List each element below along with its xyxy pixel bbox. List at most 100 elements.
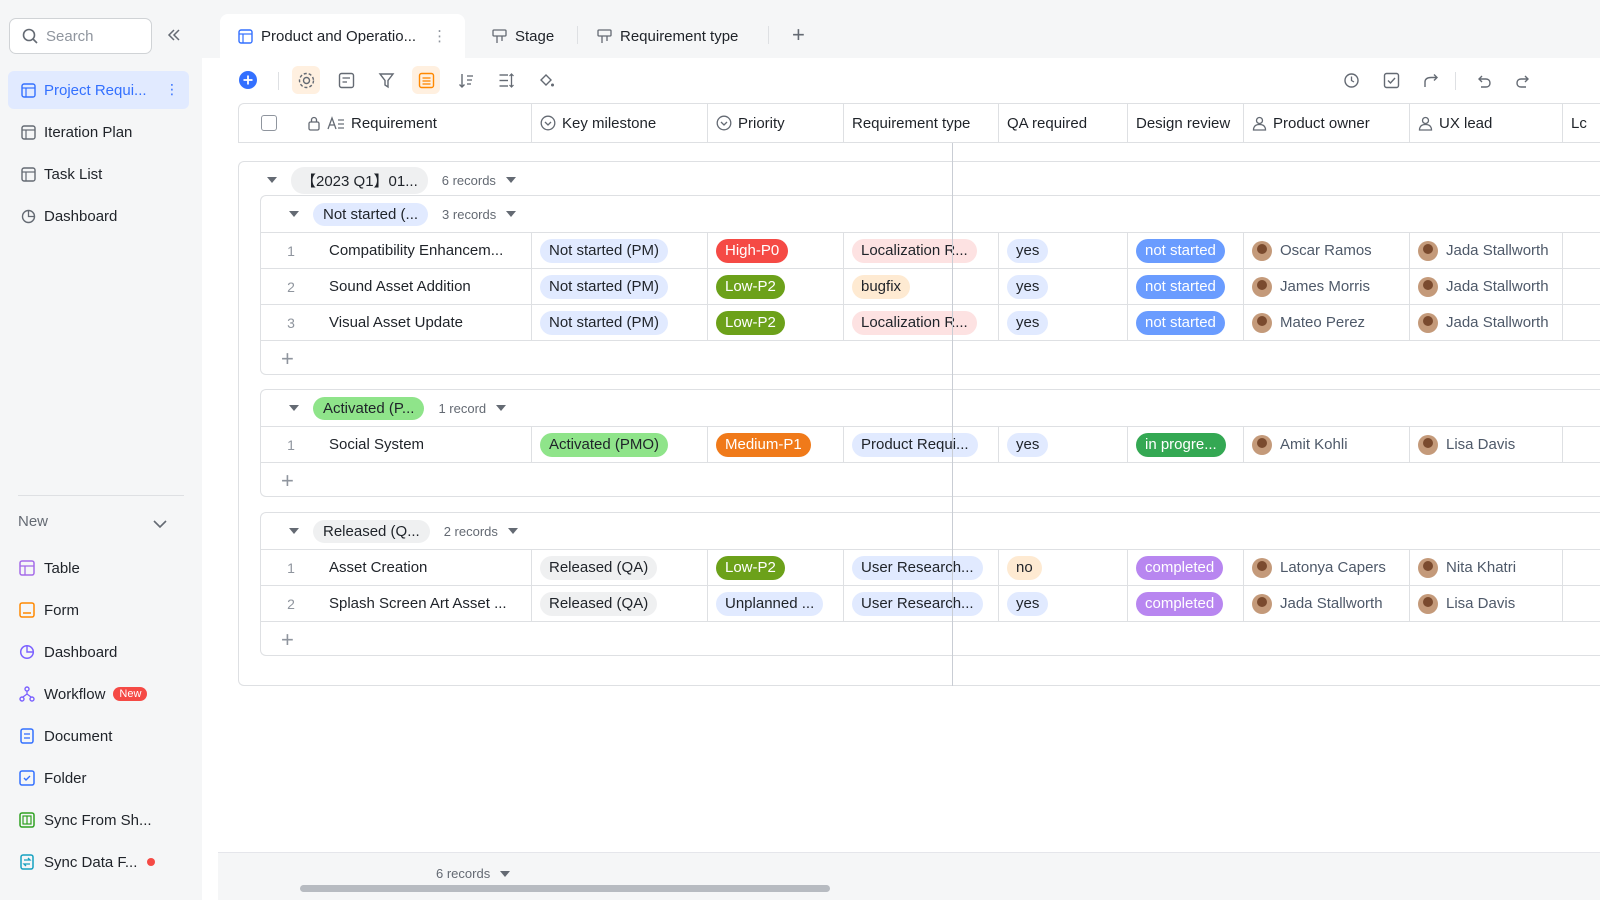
footer-record-count[interactable]: 6 records (436, 866, 511, 881)
select-all-checkbox[interactable] (239, 104, 299, 142)
create-folder[interactable]: Folder (18, 766, 87, 790)
column-header-ux-lead[interactable]: UX lead (1410, 104, 1563, 142)
requirement-type-cell[interactable]: User Research... (844, 586, 999, 621)
qa-required-cell[interactable]: yes (999, 269, 1128, 304)
requirement-cell[interactable]: Compatibility Enhancem... (321, 233, 532, 268)
ux-lead-cell[interactable]: Lisa Davis (1410, 427, 1563, 462)
table-row[interactable]: 2 Splash Screen Art Asset ... Released (QA… (261, 585, 1600, 621)
truncated-cell[interactable] (1563, 269, 1600, 304)
chevron-down-icon[interactable] (152, 516, 168, 533)
requirement-type-cell[interactable]: bugfix (844, 269, 999, 304)
group-record-count[interactable]: 3 records (442, 207, 517, 222)
column-header-requirement[interactable]: Requirement (299, 104, 532, 142)
column-header-requirement-type[interactable]: Requirement type (844, 104, 999, 142)
truncated-cell[interactable] (1563, 586, 1600, 621)
truncated-cell[interactable] (1563, 427, 1600, 462)
priority-cell[interactable]: Unplanned ... (708, 586, 844, 621)
settings-icon[interactable] (292, 66, 320, 94)
product-owner-cell[interactable]: Mateo Perez (1244, 305, 1410, 340)
design-review-cell[interactable]: in progre... (1128, 427, 1244, 462)
product-owner-cell[interactable]: Jada Stallworth (1244, 586, 1410, 621)
add-record-button[interactable] (234, 66, 262, 94)
group-header[interactable]: Released (Q... 2 records (289, 513, 518, 549)
milestone-cell[interactable]: Not started (PM) (532, 305, 708, 340)
requirement-type-cell[interactable]: Product Requi... (844, 427, 999, 462)
table-row[interactable]: 1 Social System Activated (PMO) Medium-P1 Pr… (261, 426, 1600, 462)
requirement-type-cell[interactable]: Localization R... (844, 305, 999, 340)
qa-required-cell[interactable]: yes (999, 233, 1128, 268)
create-form[interactable]: Form (18, 598, 79, 622)
requirement-cell[interactable]: Visual Asset Update (321, 305, 532, 340)
add-view-icon[interactable]: + (792, 24, 805, 46)
create-document[interactable]: Document (18, 724, 112, 748)
product-owner-cell[interactable]: James Morris (1244, 269, 1410, 304)
more-icon[interactable]: ⋮ (432, 27, 447, 45)
column-header-key-milestone[interactable]: Key milestone (532, 104, 708, 142)
requirement-cell[interactable]: Splash Screen Art Asset ... (321, 586, 532, 621)
group-record-count[interactable]: 2 records (444, 524, 518, 539)
top-group-header[interactable]: 【2023 Q1】01... 6 records (267, 162, 516, 198)
create-sync-from-sheet[interactable]: Sync From Sh... (18, 808, 152, 832)
milestone-cell[interactable]: Not started (PM) (532, 269, 708, 304)
truncated-cell[interactable] (1563, 550, 1600, 585)
truncated-cell[interactable] (1563, 305, 1600, 340)
ux-lead-cell[interactable]: Jada Stallworth (1410, 305, 1563, 340)
tab-stage[interactable]: Stage (492, 14, 554, 58)
qa-required-cell[interactable]: yes (999, 305, 1128, 340)
row-number-cell[interactable]: 2 (261, 269, 321, 304)
qa-required-cell[interactable]: yes (999, 586, 1128, 621)
design-review-cell[interactable]: completed (1128, 550, 1244, 585)
group-record-count[interactable]: 6 records (442, 173, 516, 188)
ux-lead-cell[interactable]: Lisa Davis (1410, 586, 1563, 621)
more-icon[interactable]: ⋮ (165, 81, 179, 98)
row-number-cell[interactable]: 1 (261, 550, 321, 585)
product-owner-cell[interactable]: Oscar Ramos (1244, 233, 1410, 268)
group-header[interactable]: Activated (P... 1 record (289, 390, 507, 426)
row-number-cell[interactable]: 2 (261, 586, 321, 621)
filter-icon[interactable] (372, 66, 400, 94)
group-header[interactable]: Not started (... 3 records (289, 196, 517, 232)
tab-requirement-type[interactable]: Requirement type (597, 14, 738, 58)
design-review-cell[interactable]: not started (1128, 269, 1244, 304)
column-header-product-owner[interactable]: Product owner (1244, 104, 1410, 142)
table-row[interactable]: 1 Compatibility Enhancem... Not started (P… (261, 232, 1600, 268)
product-owner-cell[interactable]: Amit Kohli (1244, 427, 1410, 462)
ux-lead-cell[interactable]: Nita Khatri (1410, 550, 1563, 585)
redo-icon[interactable] (1509, 66, 1537, 94)
requirement-cell[interactable]: Asset Creation (321, 550, 532, 585)
row-height-icon[interactable] (492, 66, 520, 94)
requirement-type-cell[interactable]: User Research... (844, 550, 999, 585)
product-owner-cell[interactable]: Latonya Capers (1244, 550, 1410, 585)
add-row-button[interactable]: + (261, 462, 1600, 498)
table-row[interactable]: 3 Visual Asset Update Not started (PM) Low-… (261, 304, 1600, 340)
design-review-cell[interactable]: not started (1128, 233, 1244, 268)
milestone-cell[interactable]: Activated (PMO) (532, 427, 708, 462)
collapse-caret-icon[interactable] (289, 211, 299, 217)
group-record-count[interactable]: 1 record (438, 401, 507, 416)
create-table[interactable]: Table (18, 556, 80, 580)
sidebar-item-project-requirements[interactable]: Project Requi... ⋮ (8, 71, 189, 109)
undo-icon[interactable] (1469, 66, 1497, 94)
priority-cell[interactable]: Low-P2 (708, 550, 844, 585)
sidebar-item-task-list[interactable]: Task List (8, 155, 189, 193)
sidebar-item-iteration-plan[interactable]: Iteration Plan (8, 113, 189, 151)
row-number-cell[interactable]: 3 (261, 305, 321, 340)
requirement-cell[interactable]: Social System (321, 427, 532, 462)
field-config-icon[interactable] (332, 66, 360, 94)
design-review-cell[interactable]: not started (1128, 305, 1244, 340)
requirement-cell[interactable]: Sound Asset Addition (321, 269, 532, 304)
ux-lead-cell[interactable]: Jada Stallworth (1410, 269, 1563, 304)
column-header-design-review[interactable]: Design review (1128, 104, 1244, 142)
priority-cell[interactable]: Medium-P1 (708, 427, 844, 462)
fill-color-icon[interactable] (532, 66, 560, 94)
collapse-caret-icon[interactable] (289, 405, 299, 411)
collapse-caret-icon[interactable] (289, 528, 299, 534)
search-input[interactable]: Search (9, 18, 152, 54)
milestone-cell[interactable]: Released (QA) (532, 550, 708, 585)
qa-required-cell[interactable]: yes (999, 427, 1128, 462)
table-row[interactable]: 2 Sound Asset Addition Not started (PM) Low… (261, 268, 1600, 304)
checklist-icon[interactable] (1377, 66, 1405, 94)
row-number-cell[interactable]: 1 (261, 233, 321, 268)
tab-product-and-operations[interactable]: Product and Operatio... ⋮ (220, 14, 466, 58)
create-dashboard[interactable]: Dashboard (18, 640, 117, 664)
